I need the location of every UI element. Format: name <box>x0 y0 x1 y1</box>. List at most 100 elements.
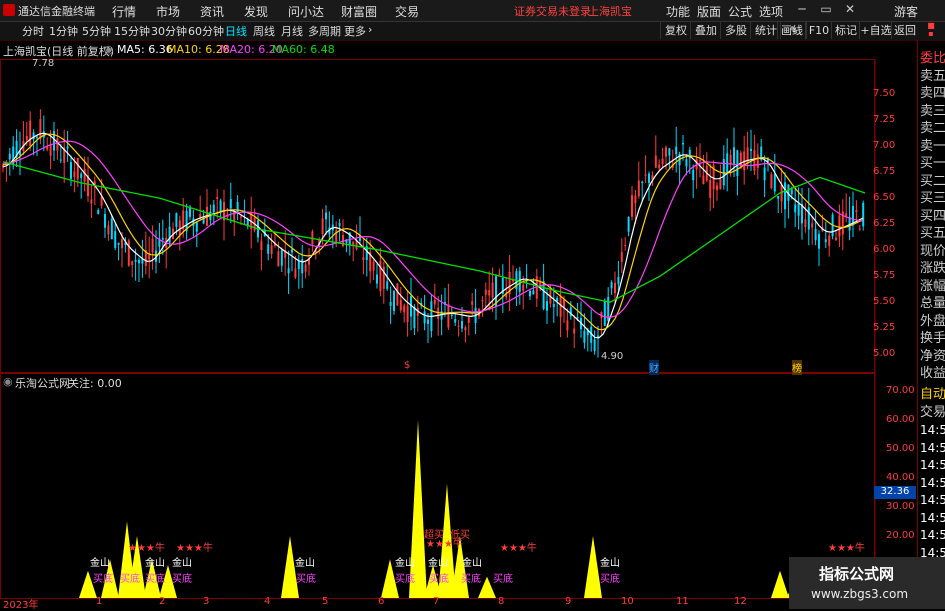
watermark-url: www.zbgs3.com <box>811 587 909 601</box>
side-item[interactable]: 换手 <box>920 327 945 346</box>
menu-item-caifuquan[interactable]: 财富圈 <box>341 3 377 20</box>
svg-text:买底: 买底 <box>172 572 192 585</box>
svg-text:超买: 超买 <box>424 528 444 541</box>
overlay-button[interactable]: 叠加 <box>690 22 721 39</box>
side-item[interactable]: 涨跌 <box>920 257 945 276</box>
svg-text:金山: 金山 <box>428 556 448 569</box>
menu-item-faxian[interactable]: 发现 <box>244 3 268 20</box>
menu-item-banmian[interactable]: 版面 <box>697 3 721 20</box>
mark-button[interactable]: 标记 <box>831 22 860 39</box>
add-favorite-button[interactable]: +自选 <box>859 22 892 39</box>
tab-5min[interactable]: 5分钟 <box>82 23 111 39</box>
tab-30min[interactable]: 30分钟 <box>151 23 187 39</box>
draw-line-button[interactable]: 画线 <box>777 22 806 39</box>
indicator-y-tick: 60.00 <box>886 414 915 425</box>
indicator-y-tick: 20.00 <box>886 530 915 541</box>
multi-stock-button[interactable]: 多股 <box>720 22 751 39</box>
svg-text:★★★牛: ★★★牛 <box>828 541 865 554</box>
menu-item-jiaoyi[interactable]: 交易 <box>395 3 419 20</box>
tab-fenshi[interactable]: 分时 <box>22 23 44 39</box>
side-item[interactable]: 总量 <box>920 292 945 311</box>
side-tab[interactable]: 交易 <box>920 401 945 420</box>
stock-name-title: 上海凯宝 <box>588 5 632 18</box>
menu-item-hangqing[interactable]: 行情 <box>112 3 136 20</box>
side-item[interactable]: 卖五 <box>920 65 945 84</box>
login-warning[interactable]: 证券交易未登录 <box>514 3 591 19</box>
back-button[interactable]: 返回 <box>891 22 918 39</box>
side-item[interactable]: 卖四 <box>920 82 945 101</box>
tab-monthly[interactable]: 月线 <box>281 23 303 39</box>
side-item[interactable]: 净资 <box>920 345 945 364</box>
menu-item-xuanxiang[interactable]: 选项 <box>759 3 783 20</box>
side-item[interactable]: 外盘 <box>920 310 945 329</box>
indicator-bars-layer <box>79 420 804 598</box>
watermark-banner: 指标公式网 www.zbgs3.com <box>789 557 945 609</box>
tab-multi-period[interactable]: 多周期 <box>308 23 341 39</box>
close-icon[interactable]: ✕ <box>841 2 859 18</box>
side-item[interactable]: 收益 <box>920 362 945 381</box>
menu-item-gongneng[interactable]: 功能 <box>666 3 690 20</box>
fuquan-button[interactable]: 复权 <box>660 22 691 39</box>
price-y-tick: 7.00 <box>873 140 896 151</box>
tab-1min[interactable]: 1分钟 <box>49 23 78 39</box>
side-item[interactable]: 买三 <box>920 187 945 206</box>
restore-icon[interactable]: ▭ <box>817 2 835 18</box>
event-marker-dollar[interactable]: $ <box>404 360 410 371</box>
side-item[interactable]: 现价 <box>920 240 945 259</box>
guest-label[interactable]: 游客 <box>894 3 918 20</box>
side-trade-time: 14:5 <box>920 510 945 525</box>
event-marker-finance[interactable]: 财 <box>649 360 659 375</box>
quote-side-panel: 委比 卖五 卖四 卖三 卖二 卖一 买一 买二 买三 买四 买五 现价 涨跌 涨幅 总量 外盘 换手 净资 收益自动… <box>917 41 945 601</box>
x-axis-month: 6 <box>378 596 385 607</box>
side-item[interactable]: 买四 <box>920 205 945 224</box>
price-y-tick: 6.75 <box>873 166 896 177</box>
svg-text:买底: 买底 <box>395 572 415 585</box>
svg-text:金山: 金山 <box>600 556 620 569</box>
app-logo-icon <box>3 4 15 16</box>
side-trade-time: 14:5 <box>920 423 945 437</box>
side-item[interactable]: 卖二 <box>920 117 945 136</box>
x-axis-month: 12 <box>734 596 747 607</box>
price-y-tick: 7.25 <box>873 114 896 125</box>
x-axis-month: 10 <box>621 596 634 607</box>
side-item[interactable]: 卖三 <box>920 100 945 119</box>
chevron-right-icon[interactable]: › <box>368 23 372 36</box>
side-trade-time: 14:5 <box>920 458 945 472</box>
side-item[interactable]: 买一 <box>920 152 945 171</box>
signal-labels-layer: 金山 金山 金山 金山 金山 金山 金山 金山买底 买底 买底 买底 买底 买底 买底 买底 买底 买底★★★牛… <box>90 528 865 585</box>
tab-15min[interactable]: 15分钟 <box>114 23 150 39</box>
menu-item-wenxiaoda[interactable]: 问小达 <box>288 3 324 20</box>
side-item[interactable]: 涨幅 <box>920 275 945 294</box>
watermark-title: 指标公式网 <box>819 565 895 583</box>
kline-chart[interactable]: 金山 金山 金山 金山 金山 金山 金山 金山买底 买底 买底 买底 买底 买底 买底 买底 买底 买底★★★牛… <box>0 41 876 601</box>
f10-button[interactable]: F10 <box>805 22 832 39</box>
side-item[interactable]: 委比 <box>920 47 945 66</box>
minimize-icon[interactable]: ─ <box>793 2 811 18</box>
event-marker-ranking[interactable]: 榜 <box>792 360 802 375</box>
side-trade-time: 14:5 <box>920 440 945 455</box>
side-item[interactable]: 买二 <box>920 170 945 189</box>
side-header-icon: ■ ▪ <box>927 21 935 38</box>
indicator-settings-icon[interactable]: ◉ <box>3 375 13 388</box>
menu-item-shichang[interactable]: 市场 <box>156 3 180 20</box>
tab-60min[interactable]: 60分钟 <box>188 23 224 39</box>
x-axis-month: 9 <box>565 596 572 607</box>
x-axis-month: 7 <box>433 596 440 607</box>
side-item[interactable]: 买五 <box>920 222 945 241</box>
svg-text:★★★牛: ★★★牛 <box>128 541 165 554</box>
tab-weekly[interactable]: 周线 <box>253 23 275 39</box>
svg-text:买底: 买底 <box>429 572 449 585</box>
menu-item-gongshi[interactable]: 公式 <box>728 3 752 20</box>
side-tab[interactable]: 自动 <box>920 383 945 402</box>
ma-lines-layer <box>2 132 866 339</box>
indicator-y-tick: 30.00 <box>886 501 915 512</box>
svg-text:买底: 买底 <box>120 572 140 585</box>
menu-item-zixun[interactable]: 资讯 <box>200 3 224 20</box>
price-y-tick: 5.25 <box>873 322 896 333</box>
svg-text:买底: 买底 <box>296 572 316 585</box>
high-price-label: 7.78 <box>32 58 55 69</box>
indicator-y-tick: 70.00 <box>886 385 915 396</box>
tab-daily[interactable]: 日线 <box>225 23 247 39</box>
tab-more[interactable]: 更多 <box>344 23 366 39</box>
side-item[interactable]: 卖一 <box>920 135 945 154</box>
